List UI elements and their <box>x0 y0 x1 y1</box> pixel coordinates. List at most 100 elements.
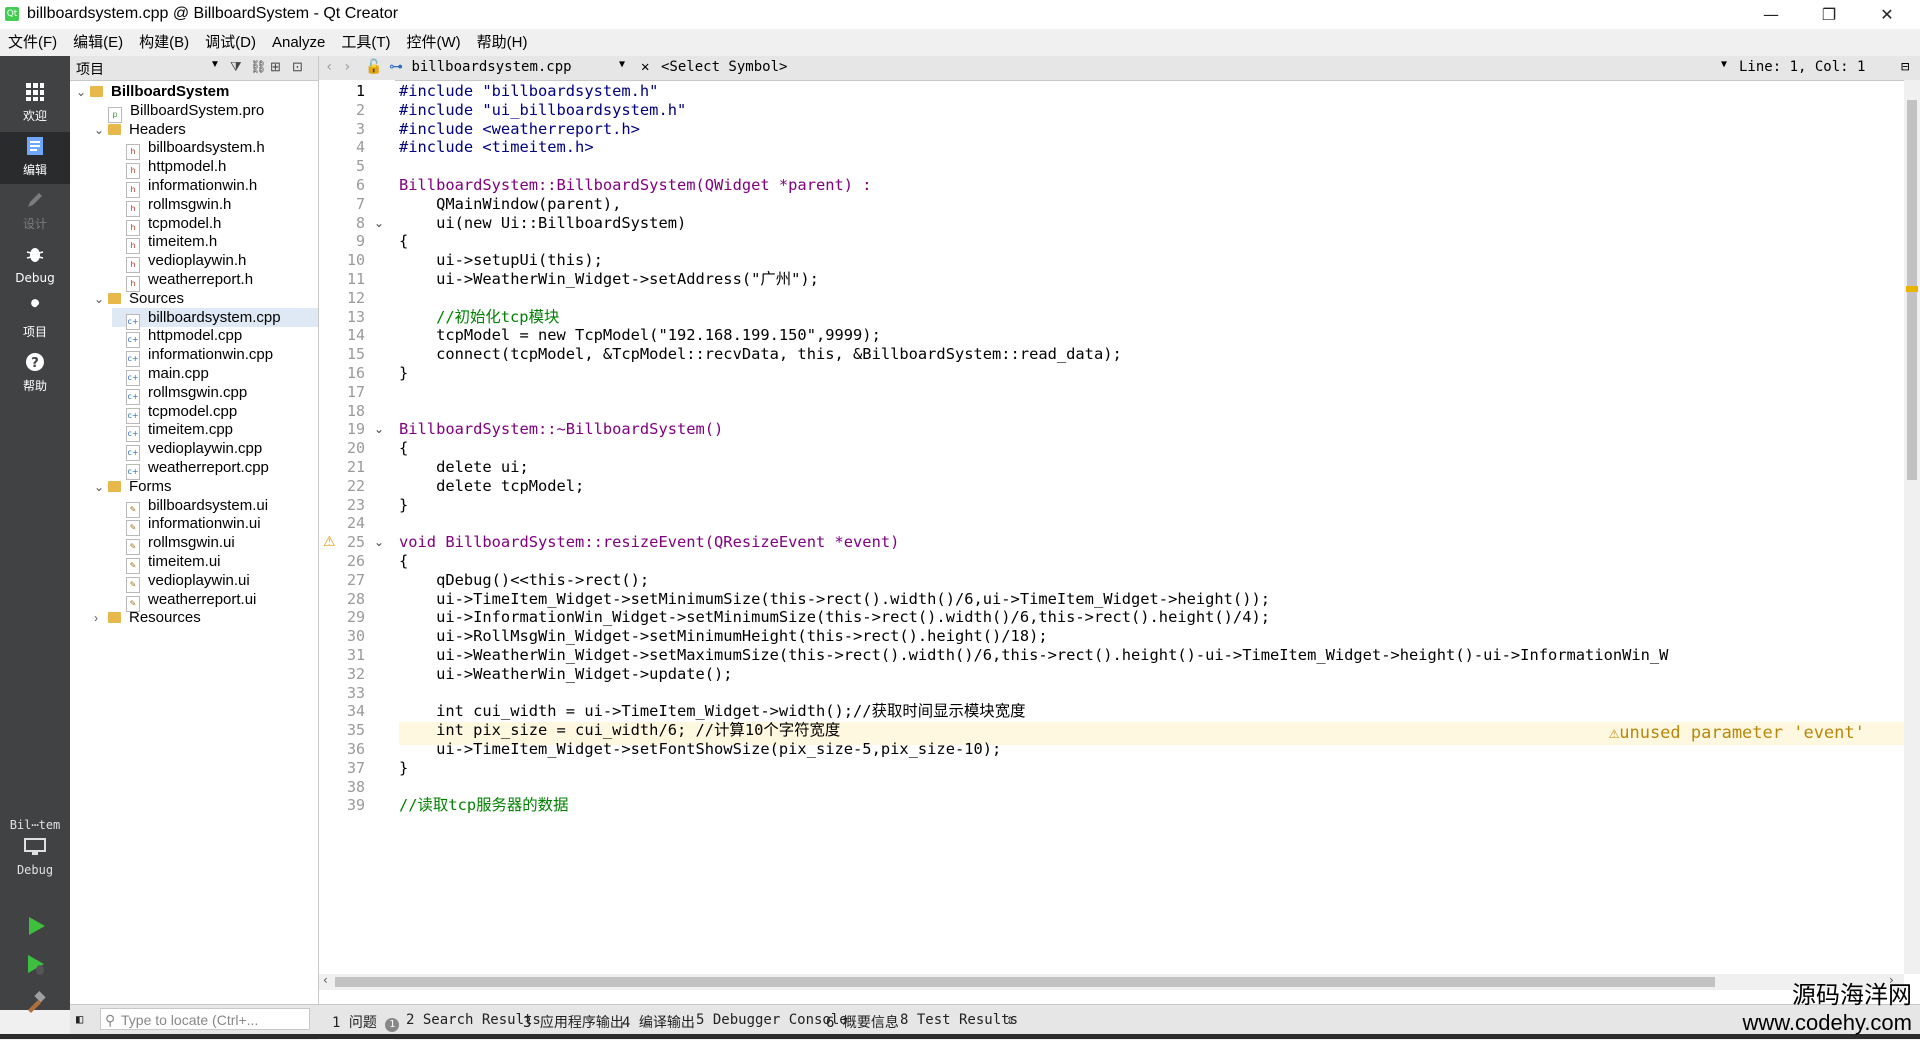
vertical-scrollbar[interactable] <box>1904 80 1920 974</box>
horizontal-scrollbar[interactable]: ‹ › <box>319 973 1904 990</box>
tree-item[interactable]: ✎ weatherreport.ui <box>112 590 318 612</box>
close-file-icon[interactable]: ✕ <box>641 59 649 75</box>
forward-icon[interactable]: › <box>343 59 351 75</box>
chevron-down-icon[interactable]: ⌄ <box>94 121 108 140</box>
debug-run-icon[interactable] <box>24 952 48 976</box>
scroll-left-icon[interactable]: ‹ <box>323 973 328 987</box>
chevron-down-icon[interactable]: ⌄ <box>94 478 108 497</box>
tree-item[interactable]: c+ rollmsgwin.cpp <box>112 383 318 405</box>
tree-item[interactable]: c+ vedioplaywin.cpp <box>112 439 318 462</box>
toggle-sidebar-icon[interactable]: ◧ <box>76 1012 83 1026</box>
menu-build[interactable]: 构建(B) <box>131 29 197 56</box>
build-hammer-icon[interactable] <box>24 990 48 1014</box>
back-icon[interactable]: ‹ <box>325 59 333 75</box>
chevron-down-icon[interactable]: ⌄ <box>76 83 90 102</box>
line-number: 13 <box>346 307 365 326</box>
tree-item[interactable]: c+ httpmodel.cpp <box>112 326 318 349</box>
tree-item[interactable]: ⌄ Forms <box>94 477 318 496</box>
mode-design-label: 设计 <box>22 217 47 231</box>
menu-edit[interactable]: 编辑(E) <box>65 29 131 56</box>
horizontal-scroll-thumb[interactable] <box>335 977 1715 987</box>
mode-help-label: 帮助 <box>22 379 47 393</box>
mode-design[interactable]: 设计 <box>0 186 70 238</box>
locator-input[interactable]: ⚲ Type to locate (Ctrl+... <box>100 1008 310 1030</box>
split-editor-icon[interactable]: ⊟ <box>1901 59 1909 75</box>
tab-test-results[interactable]: 8 Test Results <box>900 1012 1018 1028</box>
tab-compile-output[interactable]: 4 编译输出 <box>622 1012 695 1032</box>
more-tabs-icon[interactable]: ⇕ <box>1006 1012 1014 1028</box>
chevron-down-icon[interactable]: ⌄ <box>94 290 108 309</box>
tree-item[interactable]: h vedioplaywin.h <box>112 251 318 274</box>
tree-item[interactable]: h billboardsystem.h <box>112 138 318 161</box>
tab-general-messages[interactable]: 6 概要信息 <box>826 1012 899 1032</box>
mode-welcome[interactable]: 欢迎 <box>0 78 70 130</box>
menu-debug[interactable]: 调试(D) <box>197 29 264 56</box>
filter-icon[interactable]: ⧩ <box>230 59 242 75</box>
tree-item[interactable]: p BillboardSystem.pro <box>94 101 318 123</box>
tree-item[interactable]: h timeitem.h <box>112 232 318 255</box>
close-button[interactable]: ✕ <box>1864 0 1910 29</box>
line-number: 39 <box>346 796 365 815</box>
menu-analyze[interactable]: Analyze <box>264 29 333 56</box>
kit-mode: Debug <box>16 863 54 877</box>
tree-item[interactable]: ⌄ BillboardSystem <box>76 82 318 101</box>
tree-item[interactable]: h rollmsgwin.h <box>112 195 318 217</box>
split-icon[interactable]: ⊞ <box>270 59 281 75</box>
tree-item-label: Resources <box>129 609 201 627</box>
chevron-right-icon[interactable]: › <box>94 609 108 628</box>
tree-item[interactable]: ✎ vedioplaywin.ui <box>112 571 318 593</box>
mode-projects[interactable]: 项目 <box>0 294 70 346</box>
tree-item[interactable]: c+ weatherreport.cpp <box>112 458 318 480</box>
tree-item-label: httpmodel.h <box>148 158 227 176</box>
tree-item[interactable]: ✎ billboardsystem.ui <box>112 496 318 518</box>
line-number: 18 <box>346 401 365 420</box>
tab-search-results[interactable]: 2 Search Results <box>406 1012 541 1028</box>
mode-edit[interactable]: 编辑 <box>0 132 70 184</box>
close-pane-icon[interactable]: ⊡ <box>292 59 303 75</box>
tree-item[interactable]: ⌄ Sources <box>94 289 318 308</box>
tree-item[interactable]: ✎ informationwin.ui <box>112 514 318 537</box>
line-number: 30 <box>346 627 365 646</box>
fold-toggle-icon[interactable]: ⌄ <box>374 420 384 439</box>
tree-item[interactable]: h weatherreport.h <box>112 270 318 292</box>
tree-item[interactable]: c+ billboardsystem.cpp <box>112 307 318 330</box>
tree-item[interactable]: ✎ rollmsgwin.ui <box>112 533 318 556</box>
mode-debug[interactable]: Debug <box>0 240 70 292</box>
line-number: 8 <box>355 213 365 232</box>
tree-item[interactable]: h informationwin.h <box>112 176 318 198</box>
tree-item[interactable]: h tcpmodel.h <box>112 214 318 236</box>
run-icon[interactable] <box>24 914 48 938</box>
tree-item[interactable]: ⌄ Headers <box>94 120 318 139</box>
symbol-selector[interactable]: <Select Symbol> <box>661 59 787 75</box>
mode-help[interactable]: ? 帮助 <box>0 348 70 400</box>
restore-button[interactable]: ❐ <box>1806 0 1852 29</box>
menu-tools[interactable]: 工具(T) <box>333 29 398 56</box>
minimize-button[interactable]: — <box>1748 0 1794 29</box>
code-line: ui->TimeItem_Widget->setFontShowSize(pix… <box>399 740 1002 758</box>
tab-issues[interactable]: 1 问题 1 <box>332 1012 400 1032</box>
pane-title[interactable]: 项目 <box>76 59 104 79</box>
kit-selector[interactable]: Bil⋯tem Debug <box>0 818 70 877</box>
file-selector[interactable]: ⊶ billboardsystem.cpp <box>389 59 572 75</box>
symbol-dropdown-icon[interactable]: ▼ <box>1721 59 1727 70</box>
tab-debugger-console[interactable]: 5 Debugger Console <box>696 1012 848 1028</box>
tree-item[interactable]: › Resources <box>94 608 318 627</box>
menu-file[interactable]: 文件(F) <box>0 29 65 56</box>
link-icon[interactable]: ⛓ <box>250 59 267 75</box>
code-line: ui->TimeItem_Widget->setMinimumSize(this… <box>399 589 1270 608</box>
file-dropdown-icon[interactable]: ▼ <box>619 59 625 70</box>
fold-toggle-icon[interactable]: ⌄ <box>374 214 384 233</box>
tree-item[interactable]: c+ tcpmodel.cpp <box>112 402 318 424</box>
tree-item[interactable]: c+ timeitem.cpp <box>112 420 318 443</box>
menu-help[interactable]: 帮助(H) <box>469 29 536 56</box>
tree-item[interactable]: ✎ timeitem.ui <box>112 552 318 574</box>
fold-toggle-icon[interactable]: ⌄ <box>374 533 384 552</box>
chevron-down-icon[interactable]: ▼ <box>210 59 220 70</box>
tree-item[interactable]: c+ main.cpp <box>112 364 318 386</box>
line-number: 15 <box>346 345 365 364</box>
menu-widgets[interactable]: 控件(W) <box>399 29 469 56</box>
tree-item[interactable]: c+ informationwin.cpp <box>112 345 318 368</box>
tab-application-output[interactable]: 3 应用程序输出 <box>523 1012 624 1032</box>
code-line: { <box>399 439 409 458</box>
tree-item[interactable]: h httpmodel.h <box>112 157 318 180</box>
